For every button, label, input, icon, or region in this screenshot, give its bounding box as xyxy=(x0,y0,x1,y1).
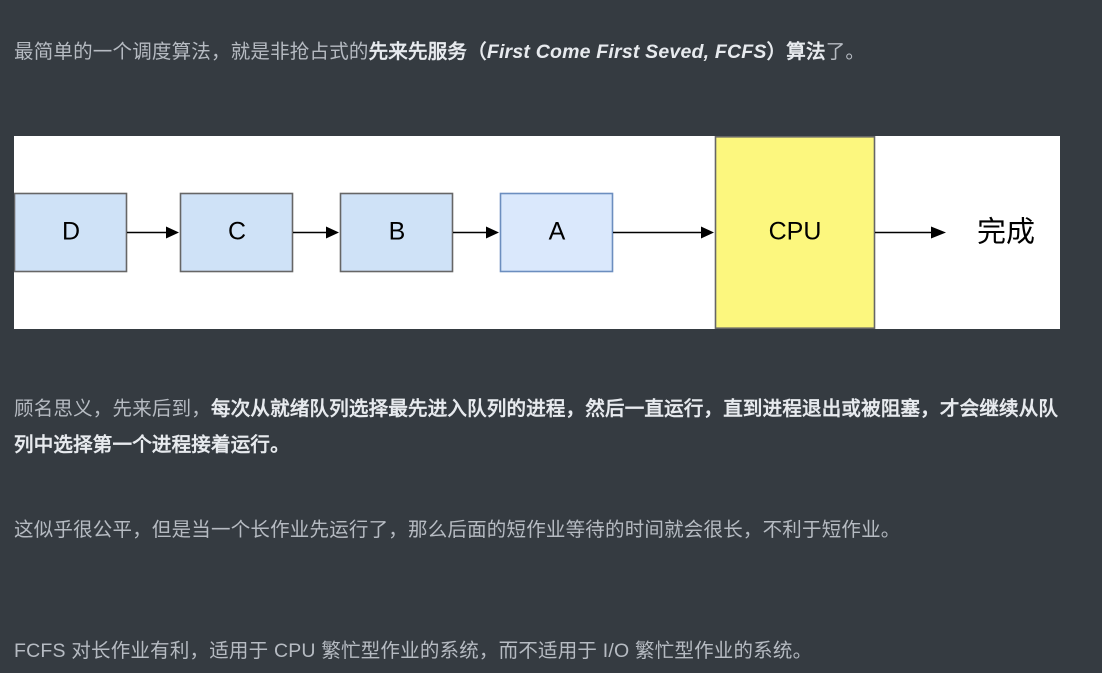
diagram-canvas: D C B A CPU 完成 xyxy=(14,136,1035,329)
paragraph-fairness: 这似乎很公平，但是当一个长作业先运行了，那么后面的短作业等待的时间就会很长，不利… xyxy=(14,518,901,541)
meaning-lead: 顾名思义，先来后到， xyxy=(14,397,212,420)
intro-bold-en: First Come First Seved, FCFS xyxy=(486,40,767,63)
intro-paren-open: （ xyxy=(467,40,487,63)
intro-bold-cn: 先来先服务 xyxy=(368,40,468,63)
intro-bold-tail: 算法 xyxy=(786,40,826,63)
queue-node-c: C xyxy=(179,192,294,273)
intro-tail: 了。 xyxy=(825,40,866,63)
arrow-b-to-a xyxy=(453,226,499,239)
queue-node-b-label: B xyxy=(389,218,406,246)
cpu-node: CPU xyxy=(714,136,876,329)
paragraph-fcfs-note: FCFS 对长作业有利，适用于 CPU 繁忙型作业的系统，而不适用于 I/O 繁… xyxy=(14,639,813,662)
arrow-a-to-cpu xyxy=(613,226,714,239)
queue-node-d-label: D xyxy=(62,218,80,246)
queue-node-b: B xyxy=(339,192,454,273)
paragraph-meaning: 顾名思义，先来后到，每次从就绪队列选择最先进入队列的进程，然后一直运行，直到进程… xyxy=(14,391,1060,463)
arrow-d-to-c xyxy=(127,226,179,239)
queue-node-c-label: C xyxy=(228,218,246,246)
fcfs-flow-diagram: D C B A CPU 完成 xyxy=(14,136,1060,329)
cpu-node-label: CPU xyxy=(769,218,822,246)
page-root: 最简单的一个调度算法，就是非抢占式的先来先服务（First Come First… xyxy=(0,0,1102,673)
arrow-cpu-to-done xyxy=(875,226,946,239)
intro-paren-close: ） xyxy=(766,40,787,63)
arrow-c-to-b xyxy=(293,226,339,239)
done-label: 完成 xyxy=(977,216,1035,249)
paragraph-intro: 最简单的一个调度算法，就是非抢占式的先来先服务（First Come First… xyxy=(14,34,1060,70)
queue-node-d: D xyxy=(14,192,128,273)
queue-node-a-label: A xyxy=(549,218,566,246)
intro-lead: 最简单的一个调度算法，就是非抢占式的 xyxy=(14,40,369,63)
queue-node-a: A xyxy=(499,192,614,273)
